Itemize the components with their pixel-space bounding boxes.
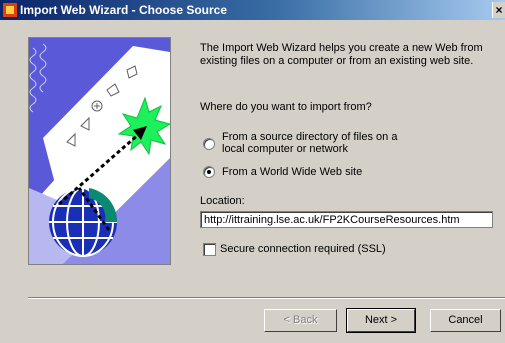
button-separator [28,297,505,299]
wizard-content: The Import Web Wizard helps you create a… [0,0,505,343]
intro-text-line2: existing files on a computer or from an … [200,55,474,67]
option-world-wide-web[interactable]: From a World Wide Web site [222,166,362,179]
radio-source-directory[interactable] [203,138,215,150]
radio-world-wide-web[interactable] [203,166,215,178]
radio-selected-dot [207,170,211,174]
location-input[interactable]: http://ittraining.lse.ac.uk/FP2KCourseRe… [200,211,493,228]
location-label: Location: [200,195,245,207]
back-button[interactable]: < Back [264,309,337,332]
question-label: Where do you want to import from? [200,101,372,113]
next-button[interactable]: Next > [346,308,416,333]
ssl-checkbox[interactable] [203,243,216,256]
cancel-button[interactable]: Cancel [430,309,501,332]
import-web-wizard-dialog: Import Web Wizard - Choose Source × The … [0,0,505,343]
intro-text-line1: The Import Web Wizard helps you create a… [200,42,483,54]
option-source-directory-line2[interactable]: local computer or network [222,143,348,156]
ssl-label[interactable]: Secure connection required (SSL) [220,243,386,256]
